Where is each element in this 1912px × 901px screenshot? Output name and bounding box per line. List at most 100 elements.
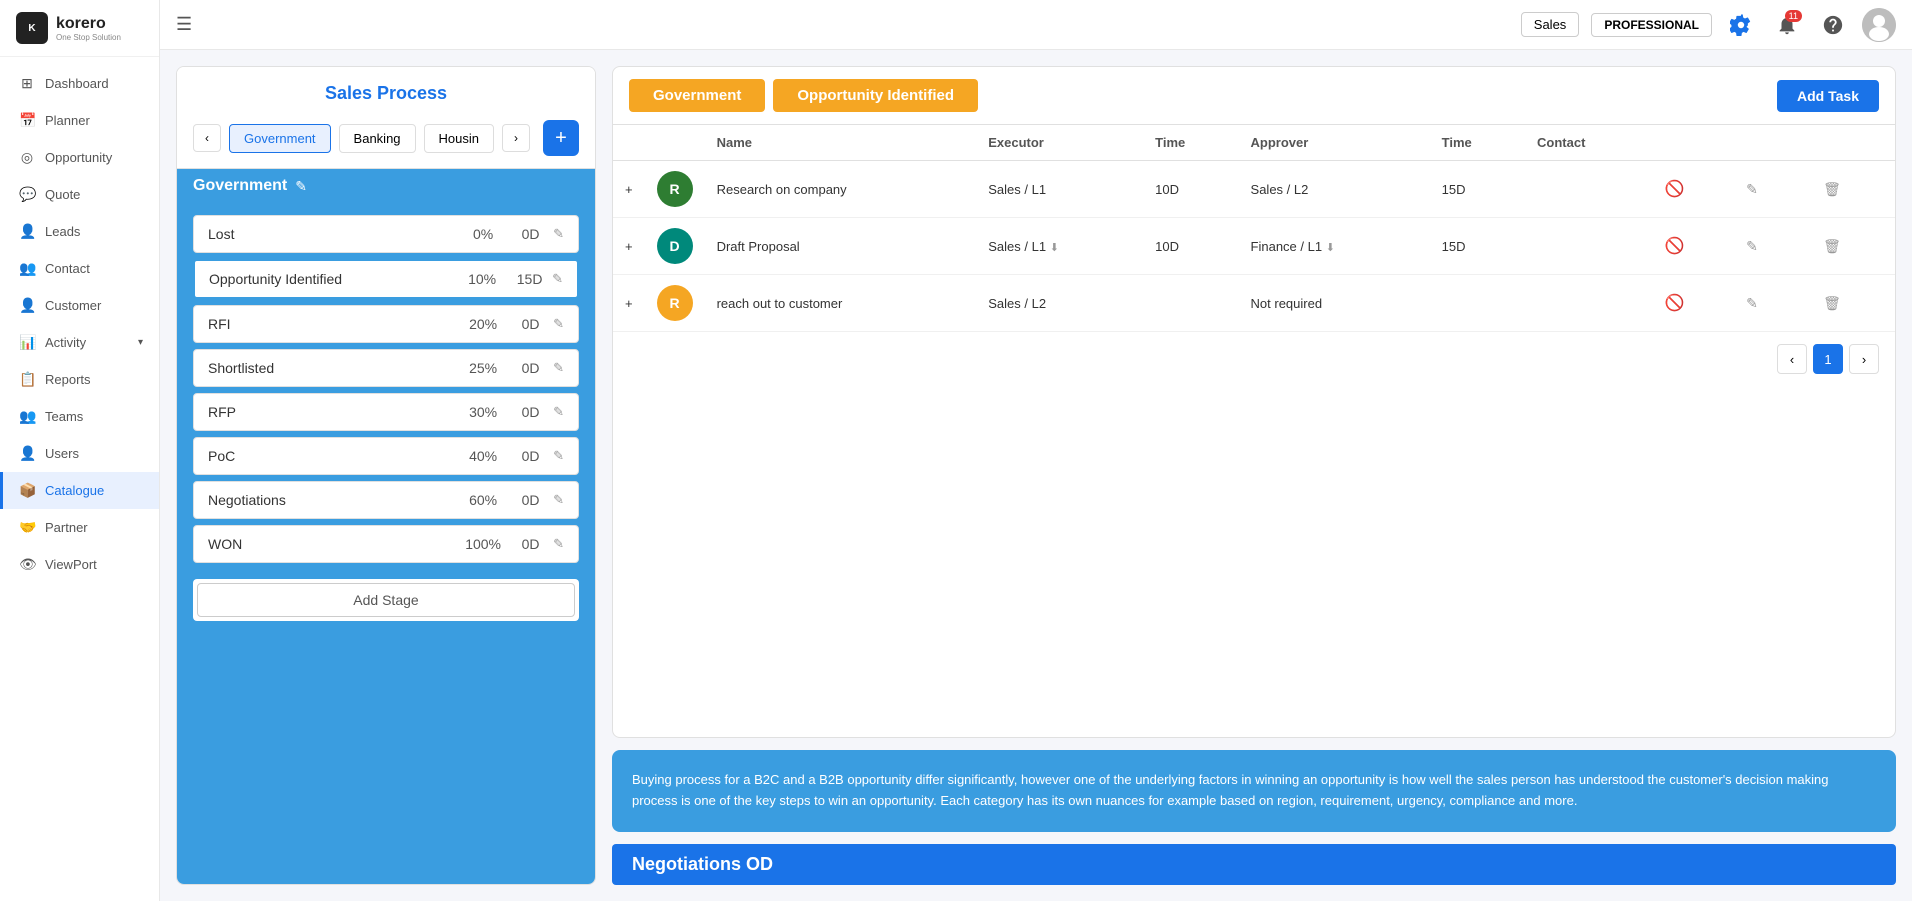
add-stage-wrapper: Add Stage — [193, 579, 579, 621]
info-text: Buying process for a B2C and a B2B oppor… — [632, 772, 1829, 808]
task-time-3 — [1143, 275, 1238, 332]
delete-icon[interactable]: 🗑 — [1823, 181, 1841, 197]
tabs-row: ‹ Government Banking Housin › + — [177, 120, 595, 169]
sidebar-item-opportunity[interactable]: ◎ Opportunity — [0, 139, 159, 176]
logo-sub: One Stop Solution — [56, 33, 121, 42]
notifications-button[interactable]: 11 — [1770, 8, 1804, 42]
stage-edit-icon[interactable]: ✎ — [553, 448, 564, 464]
stage-name: Negotiations — [208, 492, 458, 508]
sales-badge[interactable]: Sales — [1521, 12, 1580, 37]
negotiations-label: Negotiations OD — [632, 854, 773, 875]
sidebar-item-quote[interactable]: 💬 Quote — [0, 176, 159, 213]
tab-government[interactable]: Government — [229, 124, 331, 153]
stage-pct: 25% — [458, 360, 508, 376]
stage-row-shortlisted[interactable]: Shortlisted 25% 0D ✎ — [193, 349, 579, 387]
sidebar-item-contact[interactable]: 👥 Contact — [0, 250, 159, 287]
sidebar-item-partner[interactable]: 🤝 Partner — [0, 509, 159, 546]
topbar: ☰ Sales PROFESSIONAL 11 — [160, 0, 1912, 50]
delete-icon[interactable]: 🗑 — [1823, 295, 1841, 311]
prev-page-button[interactable]: ‹ — [1777, 344, 1807, 374]
page-1-button[interactable]: 1 — [1813, 344, 1843, 374]
notification-count: 11 — [1785, 10, 1802, 22]
stage-days: 0D — [508, 226, 553, 242]
activity-icon: 📊 — [19, 334, 35, 351]
row-expand-2[interactable]: + — [613, 218, 645, 275]
opportunity-identified-tag[interactable]: Opportunity Identified — [773, 79, 978, 112]
planner-icon: 📅 — [19, 112, 35, 129]
stage-row-poc[interactable]: PoC 40% 0D ✎ — [193, 437, 579, 475]
task-name-1: Research on company — [705, 161, 977, 218]
task-name-3: reach out to customer — [705, 275, 977, 332]
table-row: + D Draft Proposal Sales / L1 ⬇ 10D Fina… — [613, 218, 1895, 275]
stages-edit-icon[interactable]: ✎ — [295, 178, 307, 195]
government-tag[interactable]: Government — [629, 79, 765, 112]
logo-name: korero — [56, 15, 121, 33]
ban-icon[interactable]: 🚫 — [1665, 295, 1685, 312]
tab-next-button[interactable]: › — [502, 124, 530, 152]
stage-row-rfi[interactable]: RFI 20% 0D ✎ — [193, 305, 579, 343]
row-expand-3[interactable]: + — [613, 275, 645, 332]
stage-edit-icon[interactable]: ✎ — [552, 271, 563, 287]
add-task-button[interactable]: Add Task — [1777, 80, 1879, 112]
stage-edit-icon[interactable]: ✎ — [553, 536, 564, 552]
sidebar-item-dashboard[interactable]: ⊞ Dashboard — [0, 65, 159, 102]
tab-housing[interactable]: Housin — [424, 124, 494, 153]
main-area: ☰ Sales PROFESSIONAL 11 Sales Process — [160, 0, 1912, 901]
sidebar-item-catalogue[interactable]: 📦 Catalogue — [0, 472, 159, 509]
settings-button[interactable] — [1724, 8, 1758, 42]
sidebar-item-viewport[interactable]: 👁 ViewPort — [0, 546, 159, 583]
quote-icon: 💬 — [19, 186, 35, 203]
stage-row-rfp[interactable]: RFP 30% 0D ✎ — [193, 393, 579, 431]
stage-row-negotiations[interactable]: Negotiations 60% 0D ✎ — [193, 481, 579, 519]
ban-icon[interactable]: 🚫 — [1665, 181, 1685, 198]
row-expand-1[interactable]: + — [613, 161, 645, 218]
col-executor: Executor — [976, 125, 1143, 161]
help-button[interactable] — [1816, 8, 1850, 42]
sidebar-item-teams[interactable]: 👥 Teams — [0, 398, 159, 435]
professional-badge[interactable]: PROFESSIONAL — [1591, 13, 1712, 37]
task-executor-3: Sales / L2 — [976, 275, 1143, 332]
stage-edit-icon[interactable]: ✎ — [553, 316, 564, 332]
tab-banking[interactable]: Banking — [339, 124, 416, 153]
stage-edit-icon[interactable]: ✎ — [553, 226, 564, 242]
edit-icon[interactable]: ✎ — [1746, 181, 1758, 197]
users-icon: 👤 — [19, 445, 35, 462]
stage-row-opportunity-identified[interactable]: Opportunity Identified 10% 15D ✎ — [193, 259, 579, 299]
stage-name: Opportunity Identified — [209, 271, 457, 287]
tab-prev-button[interactable]: ‹ — [193, 124, 221, 152]
delete-icon[interactable]: 🗑 — [1823, 238, 1841, 254]
stage-row-lost[interactable]: Lost 0% 0D ✎ — [193, 215, 579, 253]
stages-container: Government ✎ Lost 0% 0D ✎ Opportunity Id… — [177, 169, 595, 884]
next-page-button[interactable]: › — [1849, 344, 1879, 374]
stage-edit-icon[interactable]: ✎ — [553, 404, 564, 420]
stage-edit-icon[interactable]: ✎ — [553, 360, 564, 376]
task-name-2: Draft Proposal — [705, 218, 977, 275]
hamburger-icon[interactable]: ☰ — [176, 14, 192, 35]
edit-icon[interactable]: ✎ — [1746, 295, 1758, 311]
add-tab-button[interactable]: + — [543, 120, 579, 156]
sidebar-item-label: Teams — [45, 409, 83, 424]
add-stage-button[interactable]: Add Stage — [197, 583, 575, 617]
left-panel: Sales Process ‹ Government Banking Housi… — [176, 66, 596, 885]
stages-title: Government — [193, 177, 287, 195]
ban-icon[interactable]: 🚫 — [1665, 238, 1685, 255]
sidebar-item-planner[interactable]: 📅 Planner — [0, 102, 159, 139]
stage-pct: 10% — [457, 271, 507, 287]
sidebar: K korero One Stop Solution ⊞ Dashboard 📅… — [0, 0, 160, 901]
sidebar-item-reports[interactable]: 📋 Reports — [0, 361, 159, 398]
sidebar-item-leads[interactable]: 👤 Leads — [0, 213, 159, 250]
sidebar-item-customer[interactable]: 👤 Customer — [0, 287, 159, 324]
sidebar-item-users[interactable]: 👤 Users — [0, 435, 159, 472]
col-time2: Time — [1430, 125, 1525, 161]
catalogue-icon: 📦 — [19, 482, 35, 499]
stage-edit-icon[interactable]: ✎ — [553, 492, 564, 508]
sidebar-item-label: ViewPort — [45, 557, 97, 572]
leads-icon: 👤 — [19, 223, 35, 240]
task-approver-2: Finance / L1 ⬇ — [1239, 218, 1430, 275]
edit-icon[interactable]: ✎ — [1746, 238, 1758, 254]
task-avatar-3: R — [657, 285, 693, 321]
avatar[interactable] — [1862, 8, 1896, 42]
stage-row-won[interactable]: WON 100% 0D ✎ — [193, 525, 579, 563]
sidebar-item-activity[interactable]: 📊 Activity ▾ — [0, 324, 159, 361]
sidebar-item-label: Contact — [45, 261, 90, 276]
